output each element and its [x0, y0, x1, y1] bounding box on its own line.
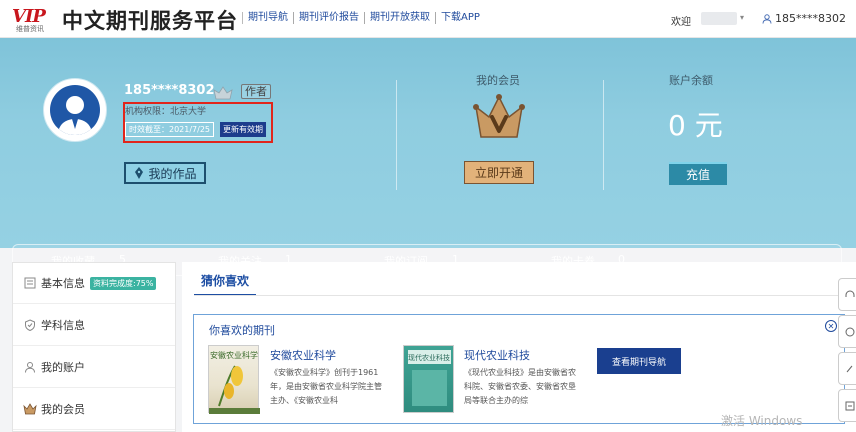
headset-icon[interactable]	[838, 278, 856, 311]
windows-activation-watermark: 激活 Windows	[721, 412, 802, 429]
welcome-text: 欢迎	[671, 13, 691, 28]
journal-description: 《现代农业科技》是由安徽省农科院、安徽省农委、安徽省农垦局等联合主办的综	[464, 366, 578, 410]
top-navbar: VIP 维普资讯 中文期刊服务平台 期刊导航 期刊评价报告 期刊开放获取 下载A…	[0, 0, 856, 38]
panel-title: 你喜欢的期刊	[209, 322, 275, 338]
site-title[interactable]: 中文期刊服务平台	[62, 5, 238, 35]
open-membership-button[interactable]: 立即开通	[464, 161, 534, 184]
pen-icon	[133, 166, 145, 180]
author-badge: 作者	[241, 84, 271, 99]
completion-badge: 资料完成度:75%	[90, 277, 156, 290]
svg-text:现代农业科技: 现代农业科技	[408, 353, 450, 362]
sidebar-item-label: 我的会员	[41, 401, 85, 417]
nav-evaluation-report[interactable]: 期刊评价报告	[293, 12, 364, 24]
minus-icon[interactable]	[838, 389, 856, 422]
renew-validity-button[interactable]: 更新有效期	[220, 122, 266, 137]
sidebar-item-label: 基本信息	[41, 275, 85, 291]
logo-subtext: 维普资讯	[16, 24, 44, 34]
sidebar: 基本信息 资料完成度:75% 学科信息 我的账户 我的会员	[12, 262, 176, 432]
profile-card-icon	[23, 276, 37, 290]
user-icon	[23, 360, 37, 374]
divider	[603, 80, 604, 190]
balance-value: 0 元	[668, 104, 723, 144]
user-icon	[762, 14, 772, 24]
sidebar-item-label: 学科信息	[41, 317, 85, 333]
sidebar-item-my-membership[interactable]: 我的会员	[13, 389, 175, 430]
sidebar-item-label: 我的账户	[41, 359, 85, 375]
tab-divider	[194, 295, 854, 296]
expiry-date: 时效截至：2021/7/25	[125, 122, 214, 137]
chevron-down-icon[interactable]: ▾	[740, 13, 744, 22]
nav-download-app[interactable]: 下载APP	[435, 12, 485, 24]
user-phone: 185****8302	[775, 12, 846, 25]
journal-name-link[interactable]: 现代农业科技	[464, 347, 530, 363]
divider	[396, 80, 397, 190]
user-menu[interactable]: 185****8302	[762, 12, 846, 25]
crown-icon	[23, 402, 37, 416]
nav-journal-navigation[interactable]: 期刊导航	[242, 12, 293, 24]
institution-permission: 机构权限：北京大学	[125, 104, 206, 117]
clock-icon[interactable]	[838, 315, 856, 348]
profile-username: 185****8302	[124, 83, 215, 98]
journal-cover[interactable]: 现代农业科技	[403, 345, 454, 413]
journal-cover[interactable]: 安徽农业科学	[208, 345, 259, 413]
my-works-button[interactable]: 我的作品	[124, 162, 206, 184]
journal-description: 《安徽农业科学》创刊于1961年，是由安徽省农业科学院主管主办、《安徽农业科	[270, 366, 384, 410]
view-journal-navigation-button[interactable]: 查看期刊导航	[597, 348, 681, 374]
close-icon[interactable]: ✕	[825, 320, 837, 332]
main-nav: 期刊导航 期刊评价报告 期刊开放获取 下载APP	[242, 12, 485, 24]
tab-recommendations[interactable]: 猜你喜欢	[194, 266, 256, 296]
main-content: 猜你喜欢 你喜欢的期刊 ✕ 安徽农业科学 安徽农业科学 《安徽农业科学》创刊于1…	[182, 262, 856, 432]
membership-label: 我的会员	[476, 72, 520, 88]
recharge-button[interactable]: 充值	[669, 162, 727, 185]
profile-banner: 185****8302 作者 机构权限：北京大学 时效截至：2021/7/25 …	[0, 38, 856, 248]
edit-icon[interactable]	[838, 352, 856, 385]
vip-crown-icon	[472, 93, 526, 147]
nav-open-access[interactable]: 期刊开放获取	[364, 12, 435, 24]
svg-text:安徽农业科学: 安徽农业科学	[210, 350, 258, 360]
favorite-journals-panel: 你喜欢的期刊 ✕ 安徽农业科学 安徽农业科学 《安徽农业科学》创刊于1961年，…	[193, 314, 845, 424]
journal-name-link[interactable]: 安徽农业科学	[270, 347, 336, 363]
sidebar-item-subject-info[interactable]: 学科信息	[13, 305, 175, 346]
default-avatar-icon	[50, 85, 100, 135]
avatar[interactable]	[44, 79, 106, 141]
sidebar-item-basic-info[interactable]: 基本信息 资料完成度:75%	[13, 263, 175, 304]
balance-label: 账户余额	[669, 72, 713, 88]
vip-logo[interactable]: VIP 维普资讯	[12, 6, 56, 32]
sidebar-item-my-account[interactable]: 我的账户	[13, 347, 175, 388]
shield-icon	[23, 318, 37, 332]
redacted-username	[701, 12, 737, 25]
